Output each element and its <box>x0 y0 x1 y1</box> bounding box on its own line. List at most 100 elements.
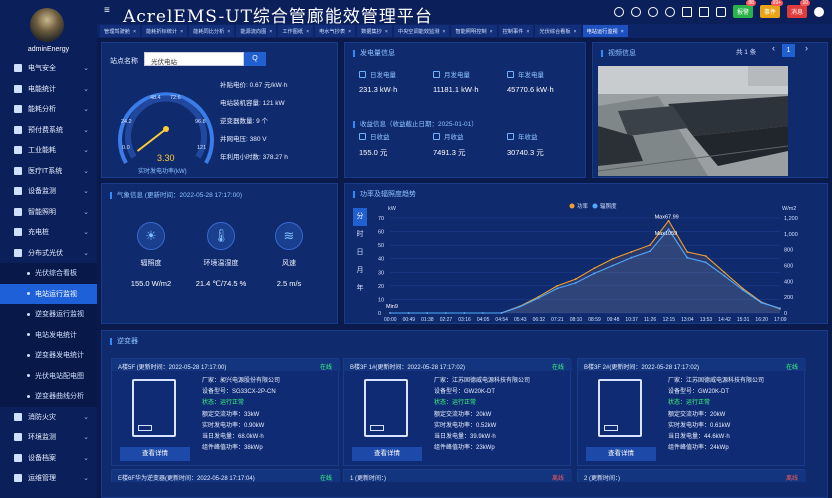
menu-toggle-icon[interactable]: ≡ <box>104 5 110 16</box>
view-detail-button[interactable]: 查看详情 <box>352 447 422 461</box>
weather-wind: ≋ 风速 2.5 m/s <box>254 222 324 288</box>
tab-label: 控制事件 <box>502 29 524 35</box>
sidebar-item-6[interactable]: 设备监测 ⌄ <box>0 181 97 202</box>
prev-page-icon[interactable]: ‹ <box>772 43 775 53</box>
sidebar-item-16[interactable]: 逆变器曲线分析 <box>0 386 97 407</box>
globe-icon[interactable] <box>613 6 624 17</box>
tab-2[interactable]: 能耗同比分析 × <box>189 25 235 37</box>
series-point <box>630 256 633 259</box>
x-tick: 12:15 <box>663 317 676 323</box>
tab-month[interactable]: 月 <box>353 262 367 280</box>
avatar[interactable] <box>30 8 64 42</box>
sidebar-item-7[interactable]: 智能照明 ⌄ <box>0 202 97 223</box>
sidebar-item-9[interactable]: 分布式光伏 ⌄ <box>0 243 97 264</box>
chevron-down-icon: ⌄ <box>83 106 89 114</box>
tab-minute[interactable]: 分 <box>353 208 367 226</box>
series-point <box>760 301 763 304</box>
next-page-icon[interactable]: › <box>805 43 808 53</box>
stat-year-gen: 年发电量 45770.6 kW·h <box>507 70 554 94</box>
event-button[interactable]: 事件 99+ <box>759 0 783 18</box>
close-icon[interactable]: × <box>348 29 351 35</box>
tab-3[interactable]: 能源流向图 × <box>236 25 277 37</box>
sidebar-item-12[interactable]: 逆变器运行监视 <box>0 304 97 325</box>
close-icon[interactable]: × <box>574 29 577 35</box>
sidebar-item-4[interactable]: 工业能耗 ⌄ <box>0 140 97 161</box>
view-detail-button[interactable]: 查看详情 <box>120 447 190 461</box>
tab-1[interactable]: 能耗折标统计 × <box>141 25 188 37</box>
gauge-value: 3.30 <box>157 153 175 163</box>
tab-4[interactable]: 工作图纸 × <box>278 25 314 37</box>
grid-icon[interactable] <box>698 6 709 17</box>
inverter-info-line: 当日发电量：44.6kW·h <box>668 434 730 441</box>
sidebar-item-10[interactable]: 光伏综合看板 <box>0 263 97 284</box>
tab-hour[interactable]: 时 <box>353 226 367 244</box>
close-icon[interactable]: × <box>269 29 272 35</box>
station-select[interactable]: 光伏电站 <box>144 52 244 66</box>
tab-8[interactable]: 智能照明控制 × <box>451 25 497 37</box>
close-icon[interactable]: × <box>526 29 529 35</box>
close-icon[interactable]: × <box>621 29 624 35</box>
shirt-icon[interactable] <box>715 6 726 17</box>
fullscreen-icon[interactable] <box>681 6 692 17</box>
menu-icon <box>14 125 22 134</box>
chevron-down-icon: ⌄ <box>83 126 89 134</box>
chevron-down-icon: ⌄ <box>83 85 89 93</box>
tab-0[interactable]: 管理驾驶舱 × <box>100 25 140 37</box>
sidebar-item-20[interactable]: 运维管理 ⌄ <box>0 468 97 489</box>
x-tick: 14:42 <box>718 317 731 323</box>
inverter-info-line: 当日发电量：39.9kW·h <box>434 434 496 441</box>
sidebar-item-1[interactable]: 电能统计 ⌄ <box>0 79 97 100</box>
sidebar-item-8[interactable]: 充电桩 ⌄ <box>0 222 97 243</box>
chevron-down-icon: ⌄ <box>83 475 89 483</box>
sidebar-item-18[interactable]: 环境监测 ⌄ <box>0 427 97 448</box>
close-icon[interactable]: × <box>133 29 136 35</box>
tab-label: 工作图纸 <box>282 29 304 35</box>
sidebar-item-5[interactable]: 医疗IT系统 ⌄ <box>0 161 97 182</box>
tab-year[interactable]: 年 <box>353 280 367 298</box>
tab-11[interactable]: 电站运行监视 × <box>582 25 628 37</box>
alarm-button[interactable]: 报警 88 <box>732 0 756 18</box>
message-button[interactable]: 消息 10 <box>786 0 810 18</box>
sidebar-item-17[interactable]: 消防火灾 ⌄ <box>0 407 97 428</box>
sidebar-item-19[interactable]: 设备档案 ⌄ <box>0 448 97 469</box>
gauge-tick-2: 48.4 <box>150 95 161 101</box>
user-icon[interactable] <box>814 6 824 17</box>
chevron-down-icon: ⌄ <box>83 167 89 175</box>
sidebar-item-15[interactable]: 光伏电站配电图 <box>0 365 97 386</box>
sidebar-item-13[interactable]: 电站发电统计 <box>0 324 97 345</box>
tab-6[interactable]: 数据集抄 × <box>357 25 392 37</box>
view-detail-button[interactable]: 查看详情 <box>586 447 656 461</box>
tab-5[interactable]: 电水气抄表 × <box>315 25 356 37</box>
sidebar-item-2[interactable]: 能耗分析 ⌄ <box>0 99 97 120</box>
x-tick: 00:00 <box>384 317 397 323</box>
camera-feed[interactable] <box>598 66 788 176</box>
energy-panel: 发电量信息 日发电量 231.3 kW·h 月发电量 11181.1 kW·h 年发… <box>344 42 586 178</box>
search-icon[interactable] <box>630 6 641 17</box>
sidebar-item-14[interactable]: 逆变器发电统计 <box>0 345 97 366</box>
tab-10[interactable]: 光伏综合看板 × <box>535 25 581 37</box>
bell-off-icon[interactable] <box>647 6 658 17</box>
search-button[interactable]: Q <box>244 52 266 66</box>
page-number[interactable]: 1 <box>782 44 795 57</box>
tab-7[interactable]: 中央空调能效监测 × <box>393 25 450 37</box>
close-icon[interactable]: × <box>180 29 183 35</box>
close-icon[interactable]: × <box>490 29 493 35</box>
refresh-icon[interactable] <box>664 6 675 17</box>
close-icon[interactable]: × <box>227 29 230 35</box>
tab-day[interactable]: 日 <box>353 244 367 262</box>
close-icon[interactable]: × <box>442 29 445 35</box>
calendar-icon <box>507 70 514 78</box>
gauge-tick-5: 121 <box>197 145 206 151</box>
sidebar-item-0[interactable]: 电气安全 ⌄ <box>0 58 97 79</box>
station-panel: 站点名称 光伏电站 Q 0.0 24.2 48.4 72.6 96.8 121 … <box>101 42 338 178</box>
close-icon[interactable]: × <box>306 29 309 35</box>
y-tick-right: 1,000 <box>784 232 798 238</box>
inverter-info-line: 实时发电功率：0.52kW <box>434 422 497 429</box>
inverter-info-line: 设备型号：GW20K-DT <box>434 389 496 396</box>
sidebar-item-11[interactable]: 电站运行监视 <box>0 283 97 304</box>
inverter-info-line: 额定交流功率：33kW <box>202 411 260 418</box>
sidebar-item-3[interactable]: 预付费系统 ⌄ <box>0 120 97 141</box>
tab-9[interactable]: 控制事件 × <box>498 25 534 37</box>
close-icon[interactable]: × <box>385 29 388 35</box>
inverter-card: B楼3F 1#(更新时间：2022-05-28 17:17:02) 在线 查看详… <box>343 358 572 466</box>
